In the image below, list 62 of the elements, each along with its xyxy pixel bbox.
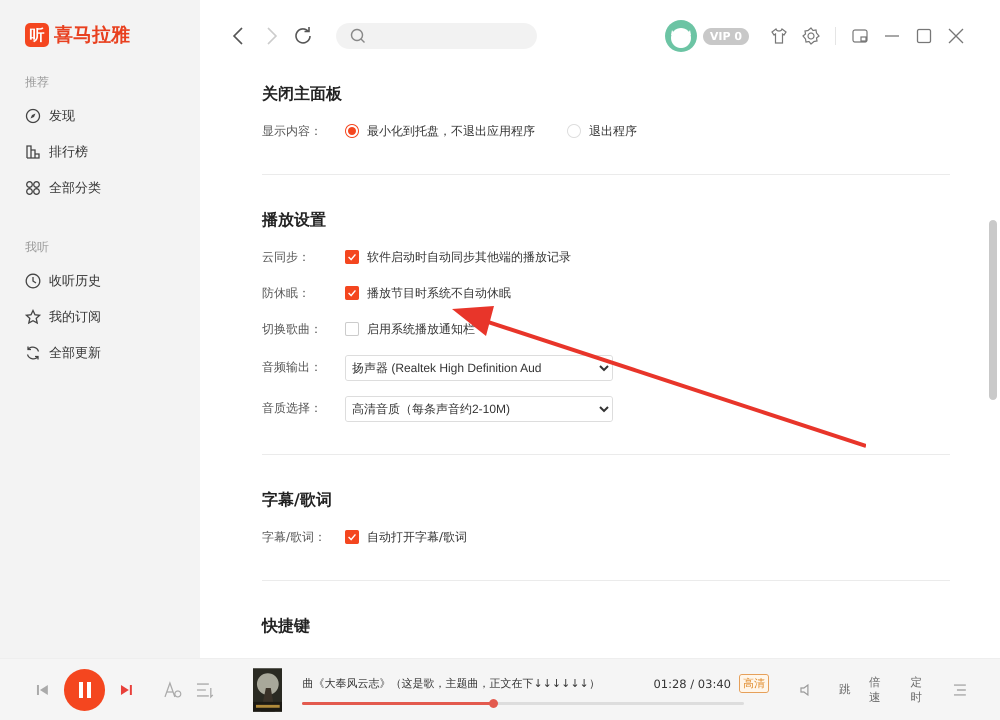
section-title: 播放设置 [262, 210, 327, 231]
option-label: 最小化到托盘，不退出应用程序 [367, 122, 535, 140]
scrollbar[interactable] [989, 220, 997, 400]
section-title: 快捷键 [262, 616, 311, 637]
clock-icon [25, 273, 41, 289]
star-icon [25, 309, 41, 325]
grid-icon [25, 180, 41, 196]
sidebar-item[interactable]: 我的订阅 [25, 306, 200, 328]
skip-button[interactable]: 跳 [838, 682, 851, 697]
setting-label: 防休眠： [262, 284, 311, 302]
check-icon [346, 531, 358, 543]
app-name: 喜马拉雅 [54, 23, 130, 48]
sidebar-heading: 我听 [25, 239, 50, 256]
setting-label: 音频输出： [262, 359, 323, 376]
settings-icon[interactable] [801, 26, 821, 46]
radio-button[interactable] [345, 124, 359, 138]
track-title: 曲《大奉风云志》（这是歌，主题曲，正文在下↓↓↓↓↓↓） [302, 676, 600, 691]
checkbox[interactable] [345, 286, 359, 300]
section-title: 字幕/歌词 [262, 490, 333, 511]
check-icon [346, 251, 358, 263]
sidebar-item[interactable]: 排行榜 [25, 141, 200, 163]
play-time: 01:28 / 03:40 [653, 676, 731, 690]
compass-icon [25, 108, 41, 124]
setting-label: 切换歌曲： [262, 320, 323, 338]
pause-icon [76, 680, 93, 698]
sidebar-item[interactable]: 发现 [25, 105, 200, 127]
menu-icon[interactable] [952, 682, 968, 698]
font-size-icon[interactable] [163, 680, 184, 700]
option-label: 启用系统播放通知栏 [367, 320, 475, 338]
sidebar-heading: 推荐 [25, 74, 50, 91]
sidebar-item[interactable]: 全部分类 [25, 177, 200, 199]
setting-label: 音质选择： [262, 400, 323, 417]
refresh-icon [25, 345, 41, 361]
option-label: 软件启动时自动同步其他端的播放记录 [367, 248, 571, 266]
speed-button[interactable]: 倍速 [868, 674, 892, 704]
logo-icon: 听 [25, 23, 49, 47]
sidebar-item[interactable]: 收听历史 [25, 270, 200, 292]
close-icon[interactable] [946, 26, 966, 46]
shirt-icon[interactable] [769, 26, 789, 46]
check-icon [346, 287, 358, 299]
avatar-icon[interactable] [664, 20, 697, 52]
checkbox[interactable] [345, 530, 359, 544]
progress-thumb[interactable] [488, 699, 498, 708]
timer-button[interactable]: 定时 [910, 674, 934, 704]
search-icon [350, 28, 366, 44]
setting-label: 字幕/歌词： [262, 528, 328, 546]
dropdown[interactable]: 高清音质（每条声音约2-10M) [345, 396, 613, 422]
progress-track[interactable] [302, 702, 744, 705]
chart-icon [25, 144, 41, 160]
sidebar-item[interactable]: 全部更新 [25, 342, 200, 364]
option-label: 退出程序 [589, 122, 637, 140]
setting-label: 云同步： [262, 248, 311, 266]
search-field[interactable] [336, 23, 537, 49]
option-label: 播放节目时系统不自动休眠 [367, 284, 511, 302]
section-title: 关闭主面板 [262, 84, 343, 105]
setting-label: 显示内容： [262, 122, 323, 140]
pause-button[interactable] [64, 668, 106, 710]
dropdown[interactable]: 扬声器 (Realtek High Definition Aud [345, 354, 613, 380]
checkbox[interactable] [345, 322, 359, 336]
maximize-icon[interactable] [914, 26, 934, 46]
option-label: 自动打开字幕/歌词 [367, 528, 468, 546]
checkbox[interactable] [345, 250, 359, 264]
